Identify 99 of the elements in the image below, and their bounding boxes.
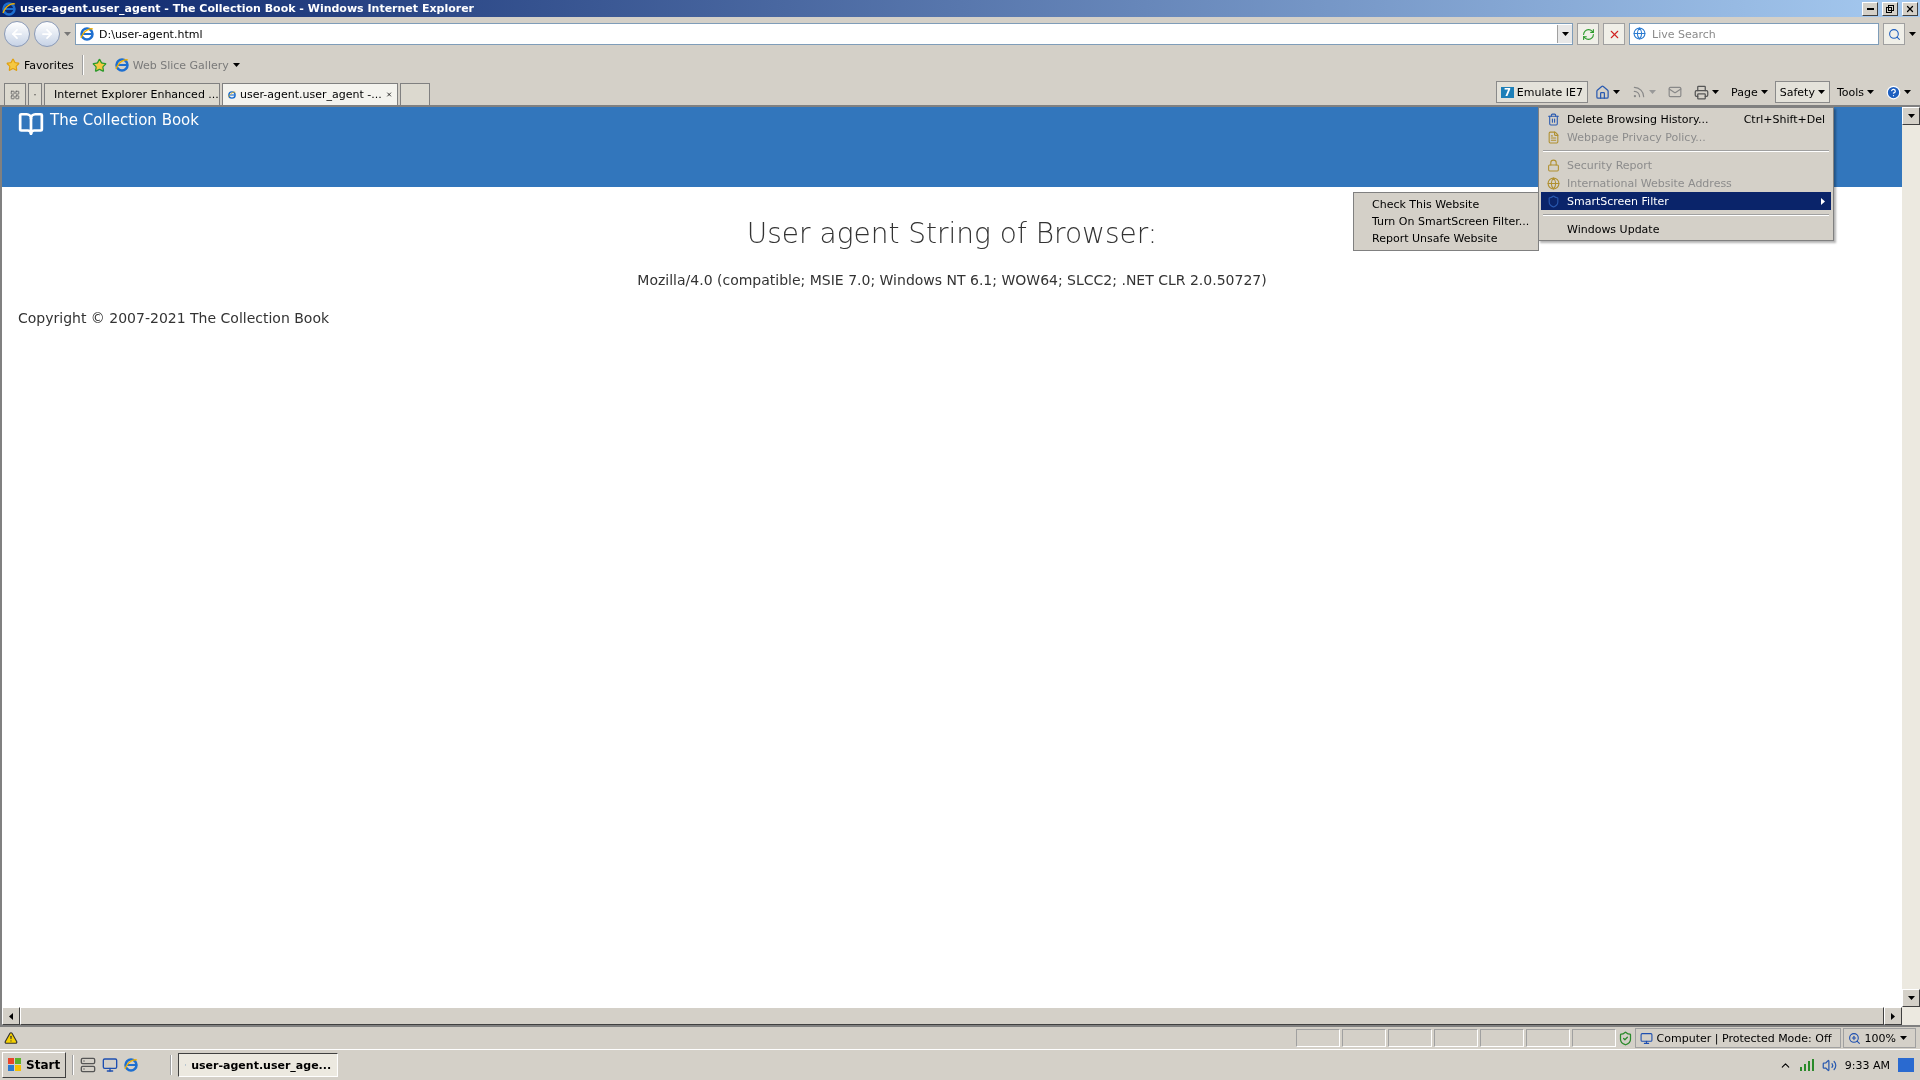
search-field[interactable]: Live Search	[1629, 23, 1879, 45]
server-icon	[80, 1057, 97, 1073]
warning-icon	[4, 1031, 18, 1045]
menu-item[interactable]: Check This Website	[1354, 196, 1538, 213]
caret-icon	[1712, 90, 1720, 94]
windows-logo-icon	[8, 1058, 22, 1072]
window-title: user-agent.user_agent - The Collection Book - Windows Internet Explorer	[20, 2, 476, 15]
printer-icon	[1694, 84, 1710, 100]
user-agent-text: Mozilla/4.0 (compatible; MSIE 7.0; Windows NT 6.1; WOW64; SLCC2; .NET CLR 2.0.50727)	[637, 272, 1267, 288]
forward-button[interactable]	[34, 21, 60, 47]
grid-icon	[10, 88, 20, 101]
menu-item-icon	[1546, 176, 1560, 190]
scroll-up-icon	[1907, 114, 1915, 118]
start-button[interactable]: Start	[2, 1052, 67, 1078]
close-icon	[1905, 3, 1915, 14]
close-button[interactable]	[1902, 1, 1918, 16]
status-pane	[1387, 1029, 1432, 1047]
minimize-button[interactable]	[1862, 1, 1878, 16]
caret-icon	[1760, 90, 1768, 94]
desktop-icon	[102, 1057, 119, 1073]
minimize-icon	[1866, 7, 1874, 10]
menu-item[interactable]: Turn On SmartScreen Filter...	[1354, 213, 1538, 230]
stop-button[interactable]	[1603, 23, 1625, 45]
copyright-text: Copyright © 2007-2021 The Collection Book	[18, 310, 330, 326]
caret-icon	[232, 63, 240, 67]
caret-icon	[1817, 90, 1825, 94]
feed-icon	[1632, 85, 1647, 99]
back-arrow-icon	[10, 27, 24, 41]
restore-icon	[1886, 4, 1894, 13]
zoom-control[interactable]: 100%	[1842, 1028, 1916, 1048]
restore-button[interactable]	[1882, 1, 1898, 16]
scroll-right-icon	[1891, 1012, 1895, 1020]
emulate-button[interactable]: 7 Emulate IE7	[1495, 81, 1589, 103]
caret-icon	[1867, 90, 1874, 94]
horizontal-scrollbar[interactable]	[0, 1007, 1920, 1025]
taskbar-button[interactable]: user-agent.user_age...	[178, 1053, 339, 1077]
menu-item[interactable]: Delete Browsing History... Ctrl+Shift+Del	[1541, 110, 1831, 128]
status-pane	[1341, 1029, 1386, 1047]
caret-icon	[1613, 90, 1621, 94]
forward-arrow-icon	[40, 27, 54, 41]
submenu-arrow-icon	[1821, 197, 1825, 205]
show-desktop-icon	[1898, 1058, 1914, 1072]
status-pane	[1479, 1029, 1524, 1047]
browser-logo-icon	[2, 1, 16, 16]
caret-icon	[1904, 90, 1911, 94]
history-caret-icon	[64, 32, 71, 36]
close-tab-icon	[385, 89, 392, 100]
browser-tab[interactable]: Internet Explorer Enhanced ...	[44, 83, 220, 105]
browser-tab[interactable]: user-agent.user_agent -...	[222, 83, 398, 105]
status-pane	[1295, 1029, 1340, 1047]
globe-icon	[1633, 27, 1646, 40]
address-field[interactable]: D:\user-agent.html	[75, 23, 1573, 45]
speaker-icon	[1821, 1057, 1837, 1073]
caret-icon	[1561, 32, 1569, 36]
security-icon	[1617, 1030, 1633, 1046]
menu-item[interactable]: SmartScreen Filter	[1541, 192, 1831, 210]
vertical-scrollbar[interactable]	[1902, 107, 1920, 1007]
signal-icon	[1799, 1059, 1814, 1071]
menu-item[interactable]: Windows Update	[1541, 220, 1831, 238]
quick-tabs-button[interactable]	[4, 83, 26, 105]
scroll-down-icon	[1907, 996, 1915, 1000]
menu-item-icon	[1546, 130, 1560, 144]
caret-icon	[1649, 90, 1657, 94]
tab-list-button[interactable]	[28, 83, 42, 105]
help-icon	[1886, 84, 1901, 100]
zoom-icon	[1847, 1031, 1861, 1045]
home-icon	[1595, 84, 1611, 100]
refresh-button[interactable]	[1577, 23, 1599, 45]
computer-icon	[1639, 1031, 1653, 1045]
star-icon	[6, 58, 20, 72]
browser-logo-icon	[80, 27, 94, 41]
refresh-icon	[1581, 27, 1595, 41]
clock[interactable]: 9:33 AM	[1844, 1058, 1890, 1072]
search-icon	[1887, 27, 1901, 41]
status-pane	[1571, 1029, 1616, 1047]
menu-item[interactable]: Report Unsafe Website	[1354, 230, 1538, 247]
mail-icon	[1668, 85, 1683, 99]
site-name[interactable]: The Collection Book	[50, 111, 199, 129]
page-heading: User agent String of Browser:	[746, 217, 1158, 250]
add-favorite-icon	[91, 57, 107, 73]
favorites-button[interactable]: Favorites	[6, 58, 74, 72]
command-menu[interactable]: Safety	[1774, 81, 1830, 103]
status-pane	[1525, 1029, 1570, 1047]
book-icon	[18, 111, 44, 137]
back-button[interactable]	[4, 21, 30, 47]
browser-logo-icon	[114, 58, 129, 72]
status-pane	[1433, 1029, 1478, 1047]
command-menu[interactable]: Page	[1726, 81, 1773, 103]
scroll-left-icon	[9, 1012, 13, 1020]
caret-icon	[1900, 1036, 1907, 1040]
search-button[interactable]	[1883, 23, 1905, 45]
security-zone[interactable]: Computer | Protected Mode: Off	[1634, 1028, 1841, 1048]
menu-item-icon	[1546, 112, 1560, 126]
command-menu[interactable]: Tools	[1831, 81, 1879, 103]
browser-logo-icon	[124, 1058, 139, 1072]
menu-item-icon	[1546, 158, 1560, 172]
menu-item-icon	[1546, 194, 1560, 208]
caret-icon	[1909, 32, 1916, 36]
new-tab-button[interactable]	[400, 83, 430, 105]
